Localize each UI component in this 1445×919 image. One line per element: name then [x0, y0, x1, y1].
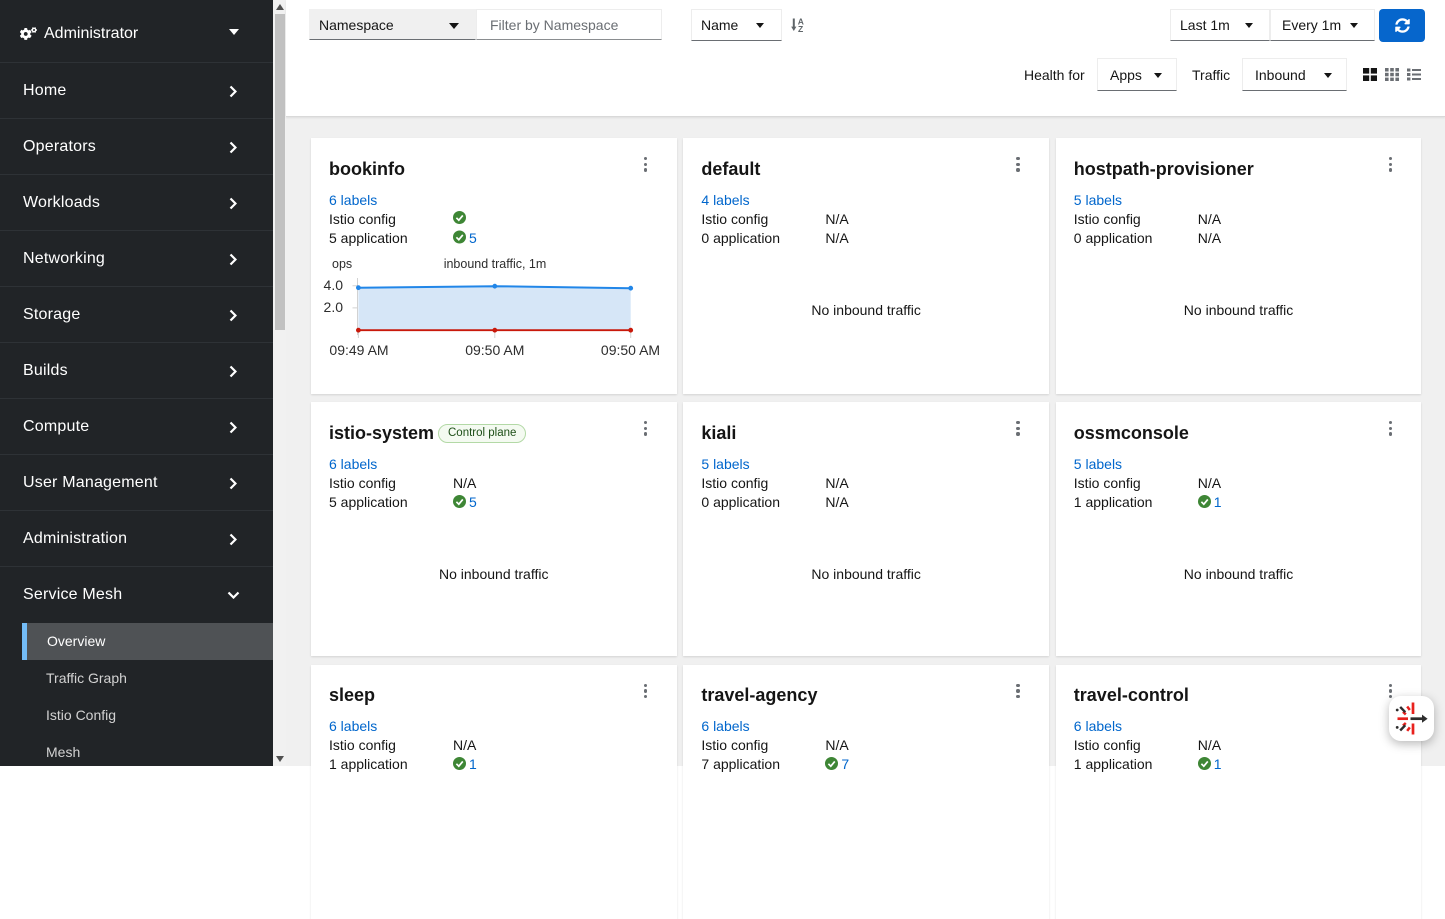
svg-text:Z: Z [798, 24, 803, 32]
